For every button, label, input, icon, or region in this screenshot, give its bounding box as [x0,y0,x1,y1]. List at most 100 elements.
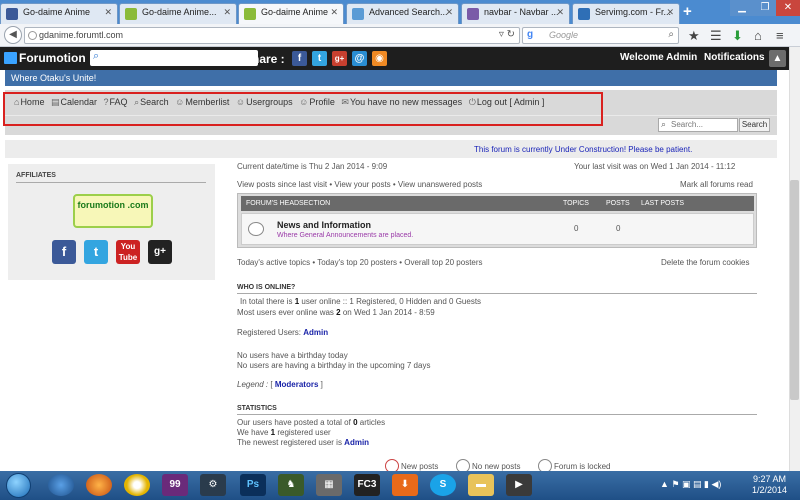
facebook-share-icon[interactable]: f [292,51,307,66]
game-app-icon[interactable]: ♞ [278,474,304,496]
registered-user-link[interactable]: Admin [303,328,328,337]
forum-header-banner: Where Otaku's Unite! [5,70,777,86]
notifications-link[interactable]: Notifications [704,52,765,63]
globe-icon [28,31,37,40]
video-app-icon[interactable]: ▶ [506,474,532,496]
affiliates-title: AFFILIATES [16,172,56,179]
statistics-title: STATISTICS [237,405,277,412]
fc3-app-icon[interactable]: FC3 [354,474,380,496]
mark-all-read-link[interactable]: Mark all forums read [680,180,753,189]
moderators-link[interactable]: Moderators [275,380,319,389]
forum-title-link[interactable]: News and Information [277,220,371,230]
email-share-icon[interactable]: @ [352,51,367,66]
home-icon[interactable]: ⌂ [754,28,762,43]
forumotion-affiliate-badge[interactable]: forumotion .com [73,194,153,228]
forumotion-logo[interactable]: Forumotion [4,51,86,65]
forum-favicon-icon [244,8,256,20]
minimize-icon[interactable]: ▁ [730,0,754,16]
bookmarks-list-icon[interactable]: ☰ [710,28,722,44]
back-arrow-icon[interactable]: ◀ [4,26,22,44]
forum-favicon-icon [125,8,137,20]
welcome-user-link[interactable]: Welcome Admin [620,52,697,63]
close-tab-icon[interactable]: ✕ [330,7,338,18]
close-tab-icon[interactable]: ✕ [666,7,674,18]
google-plus-share-icon[interactable]: g+ [332,51,347,66]
bookmark-star-icon[interactable]: ★ [688,28,700,44]
browser-navigation-bar: ◀ gdanime.forumtl.com ▿ ↻ g Google ⌕ ★ ☰… [0,24,800,47]
ie-app-icon[interactable] [48,474,74,496]
forum-description: Where Otaku's Unite! [11,73,97,83]
newest-user-link[interactable]: Admin [344,438,369,447]
google-plus-icon[interactable]: g+ [148,240,172,264]
forum-locked-label: Forum is locked [554,462,611,471]
browser-tab[interactable]: Servimg.com - Fr... ✕ [572,3,680,24]
steam-app-icon[interactable]: ⚙ [200,474,226,496]
forumotion-logo-icon [4,52,17,64]
forum-search-button[interactable]: Search [739,118,770,132]
file-explorer-app-icon[interactable]: ▬ [468,474,494,496]
photoshop-app-icon[interactable]: Ps [240,474,266,496]
online-users-summary: In total there is 1 user online :: 1 Reg… [240,297,482,306]
new-tab-button[interactable]: + [683,3,692,20]
address-bar[interactable]: gdanime.forumtl.com ▿ ↻ [24,27,520,44]
menu-icon[interactable]: ≡ [776,28,784,43]
no-new-posts-label: No new posts [472,462,521,471]
affiliates-sidebar: AFFILIATES forumotion .com f t You Tube g… [8,164,215,280]
scrollbar-thumb[interactable] [790,180,799,400]
divider [237,293,757,294]
search-icon[interactable]: ⌕ [668,29,674,40]
browser-tab[interactable]: navbar - Navbar ... ✕ [461,3,570,24]
twitter-icon[interactable]: t [84,240,108,264]
last-visit: Your last visit was on Wed 1 Jan 2014 - … [574,162,736,171]
system-clock[interactable]: 9:27 AM 1/2/2014 [752,474,787,496]
game-app-icon[interactable]: 99 [162,474,188,496]
browser-tab[interactable]: Advanced Search... ✕ [346,3,459,24]
youtube-icon[interactable]: You Tube [116,240,140,264]
reload-icon[interactable]: ▿ ↻ [499,29,515,40]
firefox-app-icon[interactable] [86,474,112,496]
top-posters-links[interactable]: Today's active topics • Today's top 20 p… [237,258,483,267]
restore-icon[interactable]: ❐ [754,0,776,16]
twitter-share-icon[interactable]: t [312,51,327,66]
birthday-today: No users have a birthday today [237,351,348,360]
share-label: Share : [244,52,285,66]
system-tray[interactable]: ▲ ⚑ ▣ ▤ ▮ ◀) [660,479,721,490]
forum-table-header: FORUM'S HEADSECTION TOPICS POSTS LAST PO… [241,196,754,211]
browser-tab[interactable]: Go-daime Anime... ✕ [119,3,237,24]
topics-header: TOPICS [563,200,589,207]
newest-user-line: The newest registered user is Admin [237,438,370,447]
browser-tab-active[interactable]: Go-daime Anime ✕ [238,3,344,24]
close-tab-icon[interactable]: ✕ [445,7,453,18]
forum-post-count: 0 [616,224,621,233]
browser-tab[interactable]: Go-daime Anime ✕ [0,3,118,24]
facebook-icon[interactable]: f [52,240,76,264]
posts-header: POSTS [606,200,630,207]
toolbar-search-input[interactable]: ⌕ [90,50,258,66]
legend-line: Legend : [ Moderators ] [237,380,323,389]
view-posts-links[interactable]: View posts since last visit • View your … [237,180,482,189]
close-tab-icon[interactable]: ✕ [223,7,231,18]
category-title: FORUM'S HEADSECTION [246,200,331,207]
collapse-toolbar-icon[interactable]: ▲ [769,50,786,67]
facebook-favicon-icon [6,8,18,20]
start-button-icon[interactable] [6,473,31,498]
downloader-app-icon[interactable]: ⬇ [392,474,418,496]
download-icon[interactable]: ⬇ [732,28,743,44]
forum-favicon-icon [467,8,479,20]
media-player-app-icon[interactable] [124,474,150,496]
forum-topic-count: 0 [574,224,579,233]
close-tab-icon[interactable]: ✕ [556,7,564,18]
birthday-upcoming: No users are having a birthday in the up… [237,361,431,370]
delete-cookies-link[interactable]: Delete the forum cookies [661,258,750,267]
close-window-icon[interactable]: ✕ [776,0,800,16]
close-tab-icon[interactable]: ✕ [104,7,112,18]
forum-search-input[interactable]: ⌕ Search... [658,118,738,132]
windows-taskbar: 99 ⚙ Ps ♞ ▦ FC3 ⬇ S ▬ ▶ ▲ ⚑ ▣ ▤ ▮ ◀) 9:2… [0,471,800,500]
last-posts-header: LAST POSTS [641,200,685,207]
search-icon: ⌕ [93,50,100,62]
forum-status-icon [248,222,264,236]
skype-app-icon[interactable]: S [430,474,456,496]
app-icon[interactable]: ▦ [316,474,342,496]
rss-share-icon[interactable]: ◉ [372,51,387,66]
web-search-box[interactable]: g Google ⌕ [522,27,679,44]
